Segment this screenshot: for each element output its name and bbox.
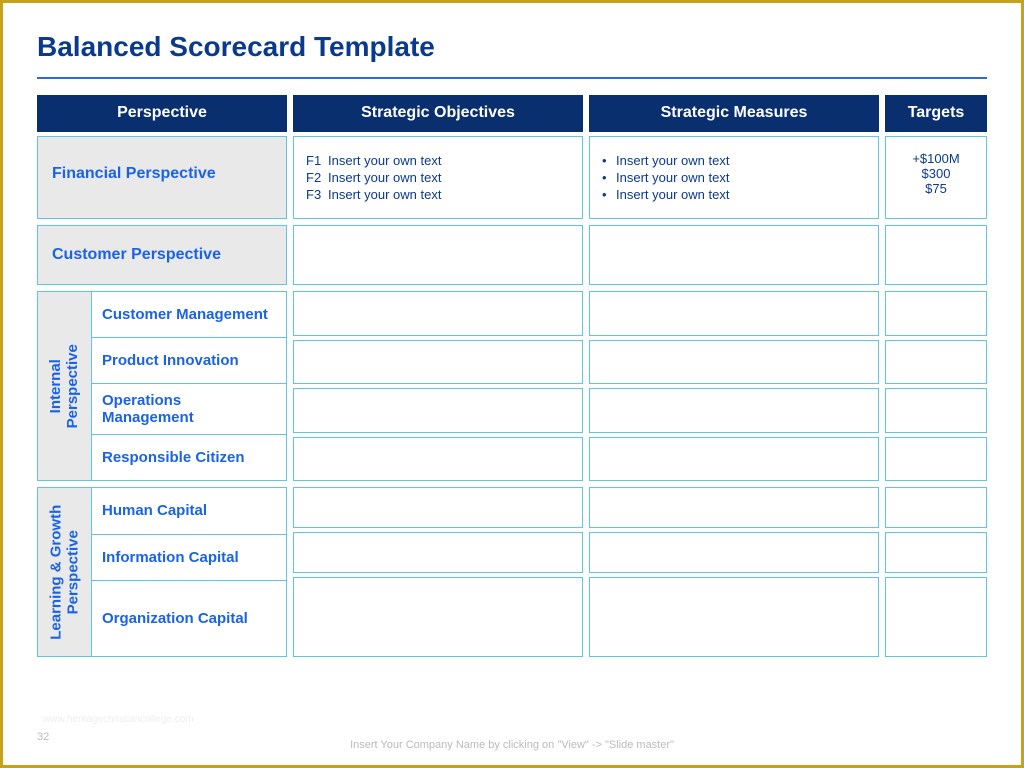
learning-vlabel: Learning & GrowthPerspective <box>47 505 82 640</box>
empty-cell <box>885 388 987 433</box>
target-value: $75 <box>898 181 974 196</box>
customer-targets <box>885 225 987 285</box>
empty-cell <box>885 340 987 385</box>
measure-text: Insert your own text <box>616 187 729 202</box>
bullet-icon: • <box>602 187 616 202</box>
th-objectives: Strategic Objectives <box>293 95 583 132</box>
watermark: www.heritagechristiancollege.com <box>43 714 194 725</box>
header-row: Perspective Strategic Objectives Strateg… <box>37 95 987 132</box>
bullet-icon: • <box>602 170 616 185</box>
measure-text: Insert your own text <box>616 153 729 168</box>
target-value: +$100M <box>898 151 974 166</box>
customer-objectives <box>293 225 583 285</box>
empty-cell <box>589 291 879 336</box>
empty-cell <box>293 437 583 482</box>
row-customer: Customer Perspective <box>37 225 987 285</box>
financial-targets: +$100M $300 $75 <box>885 136 987 219</box>
obj-code: F2 <box>306 170 328 185</box>
empty-cell <box>885 577 987 657</box>
target-value: $300 <box>898 166 974 181</box>
empty-cell <box>885 291 987 336</box>
obj-code: F3 <box>306 187 328 202</box>
financial-objectives: F1Insert your own text F2Insert your own… <box>293 136 583 219</box>
obj-text: Insert your own text <box>328 153 441 168</box>
empty-cell <box>589 437 879 482</box>
empty-cell <box>293 291 583 336</box>
row-financial: Financial Perspective F1Insert your own … <box>37 136 987 219</box>
internal-subs: Customer Management Product Innovation O… <box>92 292 286 480</box>
internal-targets <box>885 291 987 481</box>
obj-text: Insert your own text <box>328 187 441 202</box>
internal-measures <box>589 291 879 481</box>
internal-wrap: InternalPerspective Customer Management … <box>37 291 287 481</box>
empty-cell <box>293 340 583 385</box>
empty-cell <box>589 577 879 657</box>
sub-org-cap: Organization Capital <box>92 581 286 656</box>
page-title: Balanced Scorecard Template <box>37 31 987 63</box>
learning-measures <box>589 487 879 657</box>
footer-text: Insert Your Company Name by clicking on … <box>3 739 1021 751</box>
learning-subs: Human Capital Information Capital Organi… <box>92 488 286 656</box>
empty-cell <box>293 532 583 573</box>
empty-cell <box>885 437 987 482</box>
sub-product-innov: Product Innovation <box>92 338 286 384</box>
sub-customer-mgmt: Customer Management <box>92 292 286 338</box>
sub-human-cap: Human Capital <box>92 488 286 535</box>
title-divider <box>37 77 987 79</box>
sub-resp-citizen: Responsible Citizen <box>92 435 286 480</box>
th-targets: Targets <box>885 95 987 132</box>
bullet-icon: • <box>602 153 616 168</box>
row-learning: Learning & GrowthPerspective Human Capit… <box>37 487 987 657</box>
empty-cell <box>885 487 987 528</box>
empty-cell <box>589 388 879 433</box>
learning-objectives <box>293 487 583 657</box>
obj-code: F1 <box>306 153 328 168</box>
empty-cell <box>589 532 879 573</box>
empty-cell <box>293 577 583 657</box>
empty-cell <box>293 487 583 528</box>
customer-label: Customer Perspective <box>37 225 287 285</box>
financial-measures: •Insert your own text •Insert your own t… <box>589 136 879 219</box>
learning-targets <box>885 487 987 657</box>
scorecard-table: Perspective Strategic Objectives Strateg… <box>37 95 987 657</box>
empty-cell <box>293 388 583 433</box>
empty-cell <box>885 532 987 573</box>
internal-vlabel: InternalPerspective <box>47 344 82 428</box>
measure-text: Insert your own text <box>616 170 729 185</box>
sub-info-cap: Information Capital <box>92 535 286 582</box>
obj-text: Insert your own text <box>328 170 441 185</box>
sub-ops-mgmt: Operations Management <box>92 384 286 435</box>
th-perspective: Perspective <box>37 95 287 132</box>
internal-objectives <box>293 291 583 481</box>
empty-cell <box>589 340 879 385</box>
customer-measures <box>589 225 879 285</box>
row-internal: InternalPerspective Customer Management … <box>37 291 987 481</box>
th-measures: Strategic Measures <box>589 95 879 132</box>
learning-wrap: Learning & GrowthPerspective Human Capit… <box>37 487 287 657</box>
financial-label: Financial Perspective <box>37 136 287 219</box>
empty-cell <box>589 487 879 528</box>
